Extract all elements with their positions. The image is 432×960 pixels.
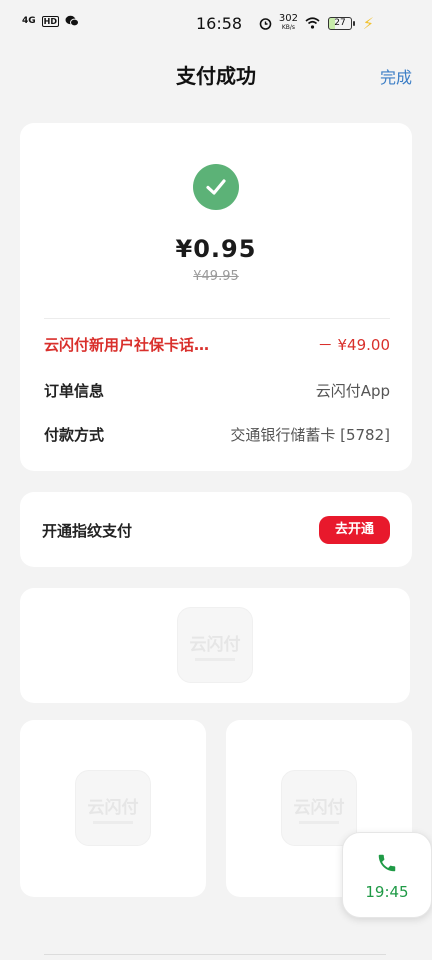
paid-amount: ¥0.95	[175, 235, 257, 263]
call-duration: 19:45	[365, 883, 409, 901]
discount-value: － ¥49.00	[317, 336, 390, 354]
page-title: 支付成功	[176, 64, 256, 88]
done-button[interactable]: 完成	[380, 64, 412, 88]
clock: 16:58	[196, 14, 243, 33]
wifi-icon	[305, 17, 320, 29]
wechat-icon	[65, 15, 79, 27]
enable-fingerprint-button[interactable]: 去开通	[319, 516, 390, 544]
net-speed: 302 KB/s	[278, 13, 298, 32]
app-logo-placeholder: 云闪付	[281, 770, 357, 846]
discount-label: 云闪付新用户社保卡话…	[44, 336, 210, 354]
fingerprint-label: 开通指纹支付	[42, 522, 133, 540]
app-logo-placeholder: 云闪付	[177, 607, 253, 683]
payment-result-card: ¥0.95 ¥49.95 云闪付新用户社保卡话… － ¥49.00 订单信息 云…	[20, 123, 412, 471]
status-right: 302 KB/s	[259, 14, 320, 32]
divider	[44, 318, 390, 319]
order-info-value: 云闪付App	[315, 382, 390, 400]
fingerprint-card: 开通指纹支付 去开通	[20, 492, 412, 567]
phone-icon	[378, 854, 396, 872]
original-amount: ¥49.95	[193, 269, 239, 284]
hd-icon: HD	[41, 15, 59, 27]
promo-placeholder-left[interactable]: 云闪付	[20, 720, 206, 897]
bottom-tab-strip	[44, 954, 386, 960]
payment-method-value: 交通银行储蓄卡 [5782]	[230, 426, 390, 444]
battery-icon: 27	[328, 17, 355, 30]
alarm-icon	[259, 17, 272, 30]
order-info-label: 订单信息	[44, 382, 105, 400]
banner-placeholder[interactable]: 云闪付	[20, 588, 410, 703]
signal-icon: 4G	[22, 15, 36, 26]
success-check-icon	[193, 164, 239, 210]
payment-method-row: 付款方式 交通银行储蓄卡 [5782]	[44, 424, 390, 445]
status-bar: 4G HD 16:58 302 KB/s 27 ⚡	[0, 0, 432, 48]
order-info-row[interactable]: 订单信息 云闪付App	[44, 380, 390, 401]
charging-icon: ⚡	[362, 14, 374, 33]
payment-method-label: 付款方式	[44, 426, 105, 444]
app-logo-placeholder: 云闪付	[75, 770, 151, 846]
discount-row: 云闪付新用户社保卡话… － ¥49.00	[44, 334, 390, 355]
floating-call-widget[interactable]: 19:45	[342, 832, 432, 918]
status-left: 4G HD	[22, 15, 79, 27]
